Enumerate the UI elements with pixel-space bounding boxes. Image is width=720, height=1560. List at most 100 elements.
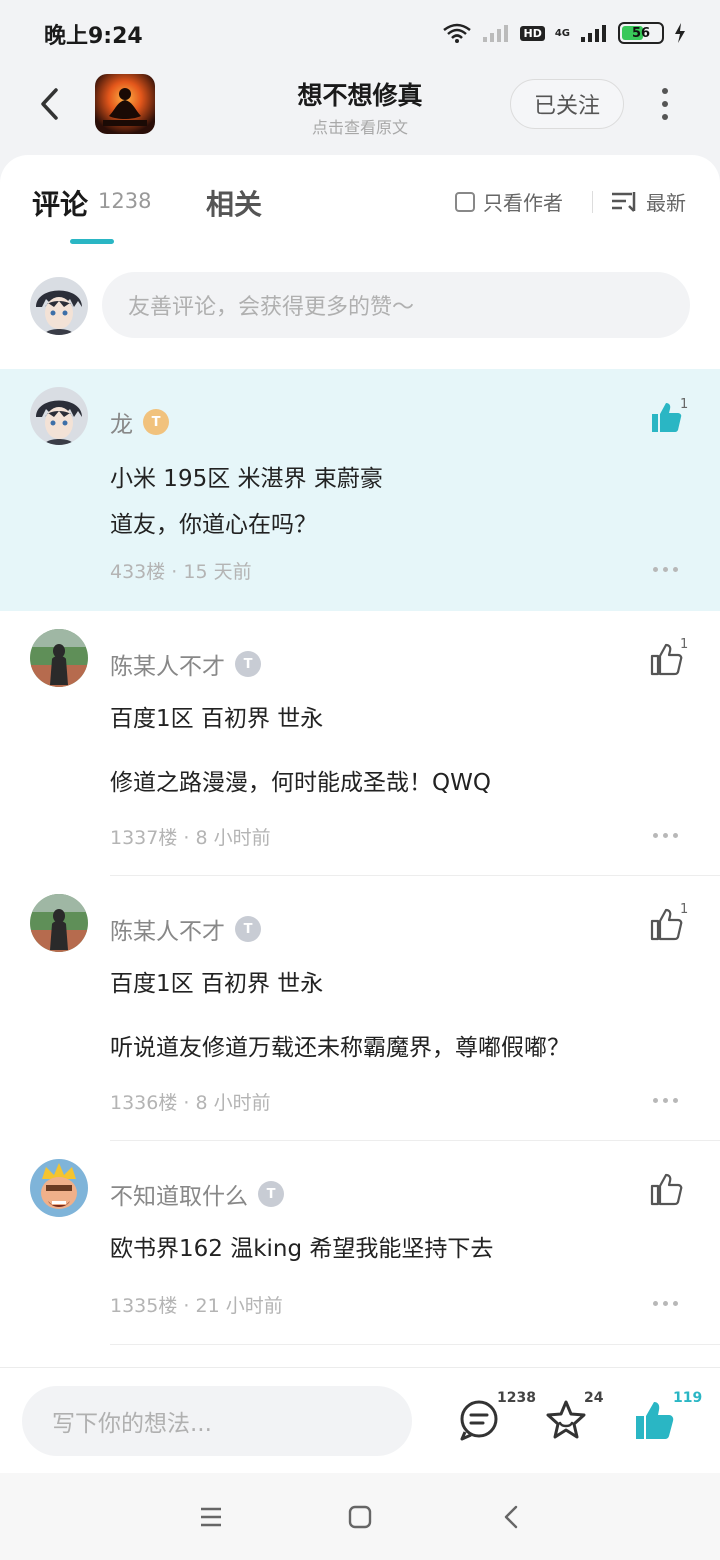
comment-text-line: 道友，你道心在吗？	[110, 512, 317, 538]
meta-separator: ·	[177, 1092, 196, 1114]
charging-icon	[675, 23, 685, 43]
checkbox-icon[interactable]	[455, 191, 475, 212]
signal-weak-icon	[483, 25, 509, 42]
comment-time: 8 小时前	[195, 1092, 271, 1114]
level-badge: T	[235, 916, 261, 942]
comment-item[interactable]: 不知道取什么 T 欧书界162 温king 希望我能坚持下去 1335楼 · 2…	[0, 1141, 720, 1345]
comment-text-line: 百度1区 百初界 世永	[110, 971, 324, 997]
meta-separator: ·	[177, 827, 196, 849]
nav-back-button[interactable]	[493, 1499, 529, 1535]
avatar-field-image	[30, 629, 88, 687]
comment-meta: 1336楼 · 8 小时前	[110, 1088, 271, 1115]
comment-item[interactable]: 陈某人不才 T 百度1区 百初界 世永 听说道友修道万载还未称霸魔界，尊嘟假嘟？…	[0, 876, 720, 1141]
sort-label: 最新	[646, 191, 686, 215]
thumb-up-icon[interactable]	[632, 1398, 676, 1442]
comment-meta: 1335楼 · 21 小时前	[110, 1291, 283, 1318]
comment-text-line: 听说道友修道万载还未称霸魔界，尊嘟假嘟？	[110, 1035, 570, 1061]
avatar-anime-image	[30, 277, 88, 335]
avatar[interactable]	[30, 894, 88, 952]
comment-username[interactable]: 陈某人不才 T	[110, 647, 261, 681]
avatar[interactable]	[30, 1159, 88, 1217]
comment-username[interactable]: 陈某人不才 T	[110, 912, 261, 946]
menu-icon	[201, 1507, 221, 1527]
comment-time: 8 小时前	[195, 827, 271, 849]
active-tab-indicator	[70, 239, 114, 244]
like-count: 1	[680, 637, 689, 652]
bottom-action-bar: 写下你的想法... 1238 24 119	[0, 1367, 720, 1473]
my-avatar[interactable]	[30, 277, 88, 335]
tab-related[interactable]: 相关	[206, 183, 262, 223]
meta-separator: ·	[177, 1295, 196, 1317]
comment-more-button[interactable]	[653, 833, 678, 838]
thumb-up-icon[interactable]	[648, 1171, 684, 1207]
floor-number: 1335楼	[110, 1295, 178, 1317]
author-only-label: 只看作者	[483, 191, 563, 215]
follow-button[interactable]: 已关注	[510, 79, 624, 129]
author-only-toggle[interactable]: 只看作者	[455, 187, 563, 216]
menu-button[interactable]	[193, 1499, 229, 1535]
battery-percent: 56	[631, 25, 651, 41]
star-icon[interactable]	[544, 1398, 588, 1442]
comment-time: 21 小时前	[195, 1295, 283, 1317]
comment-meta: 433楼 · 15 天前	[110, 557, 252, 584]
comment-meta: 1337楼 · 8 小时前	[110, 823, 271, 850]
like-count: 1	[680, 902, 689, 917]
avatar-field-image	[30, 894, 88, 952]
home-square-icon	[348, 1505, 372, 1529]
level-badge: T	[258, 1181, 284, 1207]
header: 想不想修真 点击查看原文 已关注	[0, 66, 720, 156]
comment-username[interactable]: 不知道取什么 T	[110, 1177, 284, 1211]
comment-more-button[interactable]	[653, 1301, 678, 1306]
comment-time: 15 天前	[183, 561, 252, 583]
compose-row: 友善评论，会获得更多的赞～	[0, 272, 720, 342]
comment-username[interactable]: 龙 T	[110, 405, 169, 439]
thumb-up-icon[interactable]	[648, 399, 684, 435]
comment-text-line: 百度1区 百初界 世永	[110, 706, 324, 732]
level-badge: T	[235, 651, 261, 677]
comment-text-line: 欧书界162 温king 希望我能坚持下去	[110, 1236, 494, 1262]
floor-number: 433楼	[110, 561, 166, 583]
level-badge: T	[143, 409, 169, 435]
status-time: 晚上9:24	[44, 24, 143, 49]
like-count: 1	[680, 397, 689, 412]
like-count: 119	[673, 1390, 703, 1406]
comment-input[interactable]: 友善评论，会获得更多的赞～	[102, 272, 690, 338]
comment-item[interactable]: 陈某人不才 T 百度1区 百初界 世永 修道之路漫漫，何时能成圣哉！QWQ 13…	[0, 611, 720, 876]
status-bar: 晚上9:24 HD 4G 56	[0, 0, 720, 66]
hd-badge: HD	[520, 25, 545, 41]
sort-icon	[612, 191, 636, 212]
comments-count: 1238	[98, 189, 152, 213]
comment-item[interactable]: 龙 T 小米 195区 米湛界 束蔚豪 道友，你道心在吗？ 433楼 · 15 …	[0, 369, 720, 611]
thumb-up-icon[interactable]	[648, 906, 684, 942]
avatar[interactable]	[30, 629, 88, 687]
comment-divider	[110, 1344, 720, 1345]
username-text: 陈某人不才	[110, 654, 225, 680]
sort-button[interactable]: 最新	[610, 187, 686, 216]
more-vertical-icon[interactable]	[650, 82, 680, 126]
status-icons: HD 4G 56	[442, 18, 686, 48]
tab-comments[interactable]: 评论	[32, 183, 88, 223]
network-label: 4G	[554, 27, 570, 39]
comment-more-button[interactable]	[653, 567, 678, 572]
comment-count: 1238	[497, 1390, 536, 1406]
signal-strong-icon	[581, 25, 606, 42]
home-button[interactable]	[342, 1499, 378, 1535]
floor-number: 1336楼	[110, 1092, 178, 1114]
meta-separator: ·	[165, 561, 184, 583]
username-text: 龙	[110, 412, 133, 438]
avatar-king-image	[30, 1159, 88, 1217]
comment-text-line: 小米 195区 米湛界 束蔚豪	[110, 466, 383, 492]
wifi-icon	[443, 23, 472, 43]
username-text: 陈某人不才	[110, 919, 225, 945]
comment-icon[interactable]	[457, 1398, 501, 1442]
nav-back-icon	[504, 1505, 518, 1529]
thought-input[interactable]: 写下你的想法...	[22, 1386, 412, 1456]
filter-divider	[592, 191, 593, 213]
avatar[interactable]	[30, 387, 88, 445]
comment-more-button[interactable]	[653, 1098, 678, 1103]
avatar-anime-image	[30, 387, 88, 445]
comment-text-line: 修道之路漫漫，何时能成圣哉！QWQ	[110, 770, 491, 796]
favorite-count: 24	[584, 1390, 604, 1406]
thumb-up-icon[interactable]	[648, 641, 684, 677]
battery-icon: 56	[618, 22, 664, 44]
